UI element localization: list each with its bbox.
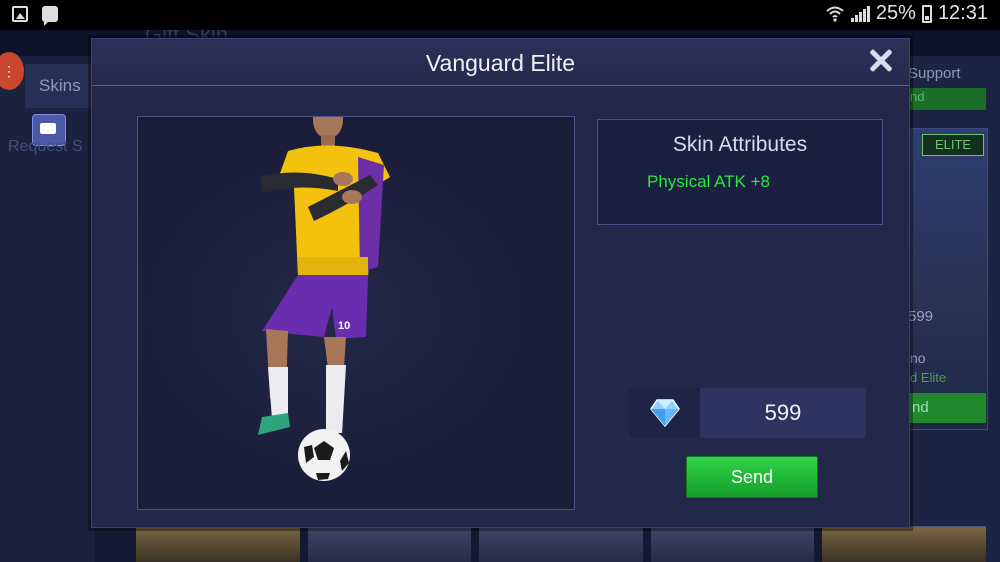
background-hero-name: no: [910, 350, 926, 366]
wifi-icon: [826, 6, 844, 22]
bbm-icon: [42, 6, 58, 26]
price-display: 599: [628, 388, 866, 438]
background-thumbnail[interactable]: [136, 526, 300, 562]
send-button[interactable]: Send: [686, 456, 818, 498]
elite-badge: ELITE: [922, 134, 984, 156]
price-amount: 599: [764, 400, 802, 425]
jersey-number: 10: [338, 320, 350, 332]
tab-request-label[interactable]: Request S: [8, 138, 83, 156]
diamond-icon: [650, 399, 680, 428]
background-support-label: Support: [908, 65, 961, 82]
status-bar: 25% 12:31: [0, 0, 1000, 30]
background-skin-name: d Elite: [910, 370, 947, 385]
skin-attributes-panel: Skin Attributes Physical ATK +8: [597, 119, 883, 225]
background-thumbnail[interactable]: [650, 526, 815, 562]
footballer-skin-preview[interactable]: 10: [138, 117, 576, 511]
skin-preview-panel: 10: [137, 116, 575, 510]
skin-attributes-heading: Skin Attributes: [672, 133, 808, 156]
price-icon-container: [628, 388, 700, 438]
gallery-icon: [12, 6, 28, 22]
battery-icon: [921, 4, 932, 23]
signal-icon: [850, 5, 870, 22]
battery-percent: 25%: [875, 2, 916, 24]
background-thumbnail[interactable]: [822, 526, 986, 562]
background-price: 599: [908, 308, 934, 325]
background-thumbnail-row: [136, 526, 986, 562]
background-thumbnail[interactable]: [307, 526, 472, 562]
close-icon[interactable]: [865, 45, 897, 77]
background-green-button[interactable]: nd: [906, 88, 986, 110]
gift-skin-dialog: Vanguard Elite 10 Skin Attributes Physic…: [91, 38, 910, 528]
background-send-button[interactable]: nd: [906, 393, 986, 423]
background-thumbnail[interactable]: [479, 526, 643, 562]
skin-attribute-value: Physical ATK +8: [647, 172, 770, 191]
dialog-header: Vanguard Elite: [92, 39, 909, 86]
dialog-title: Vanguard Elite: [425, 50, 576, 76]
tab-skins-label: Skins: [39, 76, 81, 95]
clock: 12:31: [937, 2, 988, 24]
